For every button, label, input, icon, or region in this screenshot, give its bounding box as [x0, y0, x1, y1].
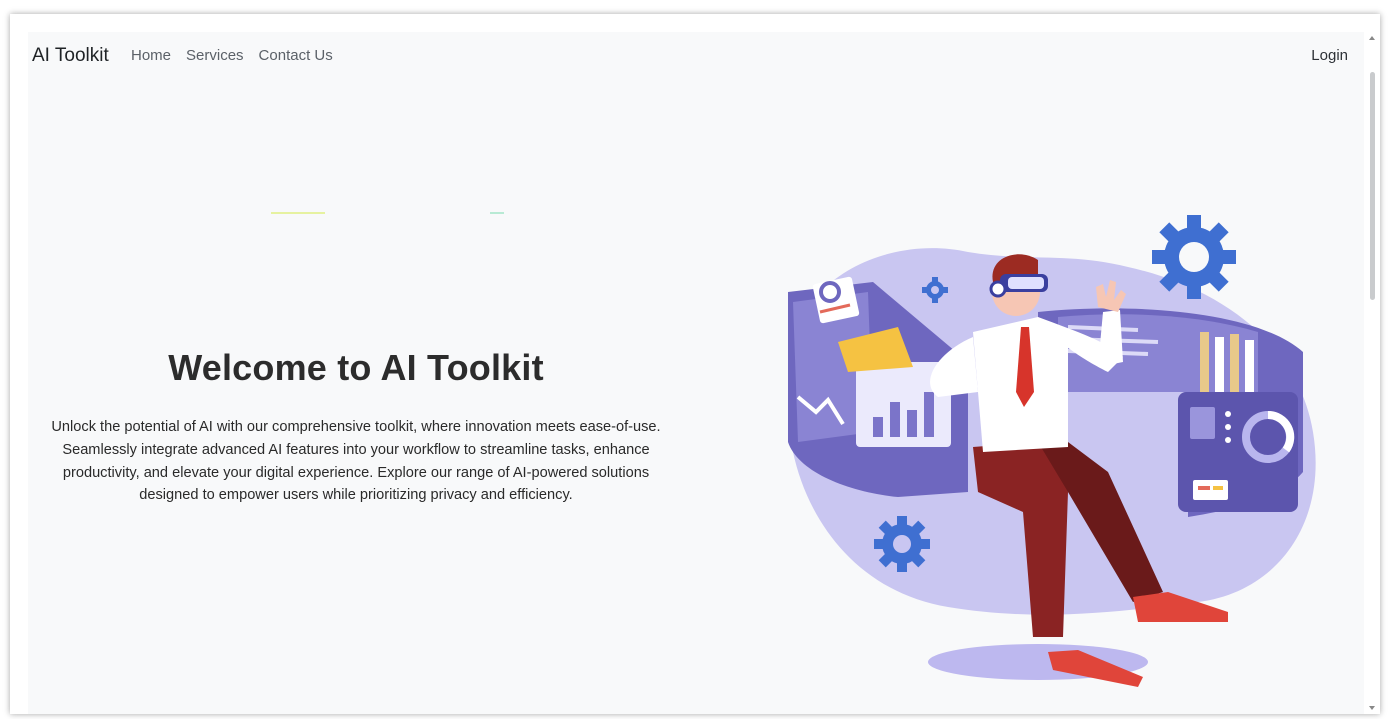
gear-icon	[1152, 215, 1236, 299]
browser-window: AI Toolkit Home Services Contact Us Logi…	[10, 14, 1380, 714]
vertical-scrollbar[interactable]	[1368, 32, 1378, 714]
hero-illustration	[788, 215, 1316, 687]
login-link[interactable]: Login	[1311, 47, 1348, 64]
navbar: AI Toolkit Home Services Contact Us Logi…	[28, 32, 1364, 82]
hero-description: Unlock the potential of AI with our comp…	[51, 419, 661, 504]
nav-link-contact[interactable]: Contact Us	[259, 47, 333, 64]
decorative-line	[271, 212, 325, 214]
brand-logo[interactable]: AI Toolkit	[32, 45, 109, 67]
scroll-thumb[interactable]	[1370, 72, 1375, 300]
decorative-line	[490, 212, 504, 214]
nav-links: Home Services Contact Us	[131, 47, 333, 64]
nav-link-services[interactable]: Services	[186, 47, 244, 64]
hero-title: Welcome to AI Toolkit	[168, 347, 544, 388]
scroll-up-arrow-icon[interactable]	[1369, 36, 1375, 40]
gear-icon	[874, 516, 930, 572]
nav-link-home[interactable]: Home	[131, 47, 171, 64]
scroll-down-arrow-icon[interactable]	[1369, 706, 1375, 710]
page-viewport: AI Toolkit Home Services Contact Us Logi…	[28, 32, 1364, 714]
